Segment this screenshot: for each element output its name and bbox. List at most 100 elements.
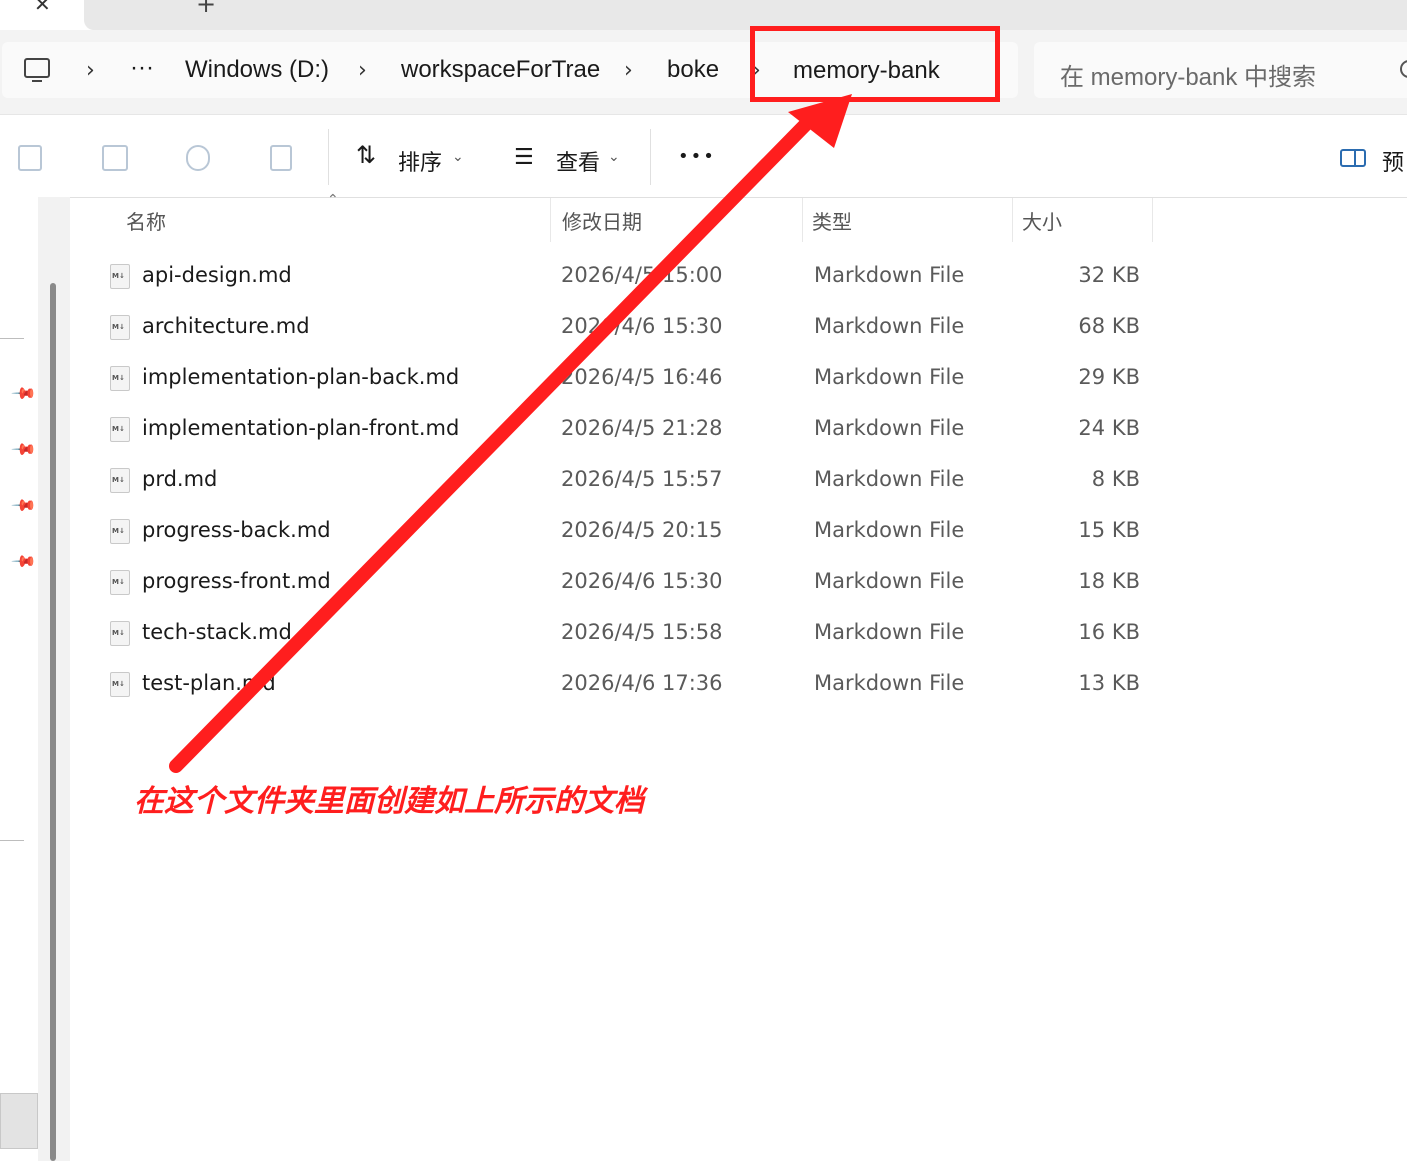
search-box[interactable]: 在 memory-bank 中搜索 xyxy=(1034,42,1407,98)
file-row[interactable]: progress-back.md 2026/4/5 20:15 Markdown F… xyxy=(100,506,1160,557)
file-type: Markdown File xyxy=(814,314,965,338)
delete-icon[interactable] xyxy=(270,145,292,171)
file-size: 16 KB xyxy=(1078,620,1140,644)
file-row[interactable]: architecture.md 2026/4/6 15:30 Markdown Fi… xyxy=(100,302,1160,353)
file-row[interactable]: implementation-plan-front.md 2026/4/5 21:… xyxy=(100,404,1160,455)
file-size: 18 KB xyxy=(1078,569,1140,593)
tab-area: + xyxy=(84,0,1407,30)
file-row[interactable]: implementation-plan-back.md 2026/4/5 16:4… xyxy=(100,353,1160,404)
tab-strip: ✕ + xyxy=(0,0,1407,30)
nav-divider xyxy=(0,338,24,339)
file-size: 8 KB xyxy=(1091,467,1140,491)
file-size: 29 KB xyxy=(1078,365,1140,389)
sort-button[interactable]: 排序 xyxy=(398,145,442,177)
chevron-down-icon[interactable]: ⌄ xyxy=(608,149,620,165)
file-name: tech-stack.md xyxy=(142,620,292,644)
file-name: progress-back.md xyxy=(142,518,331,542)
copy-icon[interactable] xyxy=(18,145,42,171)
file-size: 15 KB xyxy=(1078,518,1140,542)
file-row[interactable]: tech-stack.md 2026/4/5 15:58 Markdown File… xyxy=(100,608,1160,659)
share-icon[interactable] xyxy=(186,145,210,171)
column-header-modified[interactable]: 修改日期 xyxy=(562,206,642,235)
file-row[interactable]: progress-front.md 2026/4/6 15:30 Markdown … xyxy=(100,557,1160,608)
file-modified-date: 2026/4/6 15:30 xyxy=(561,314,723,338)
chevron-right-icon[interactable]: › xyxy=(86,58,95,83)
view-button[interactable]: 查看 xyxy=(556,145,600,177)
this-pc-icon[interactable] xyxy=(24,58,50,82)
file-modified-date: 2026/4/5 20:15 xyxy=(561,518,723,542)
markdown-file-icon xyxy=(110,417,130,442)
command-bar: ⇅ 排序 ⌄ ☰ 查看 ⌄ ••• 预 xyxy=(0,114,1407,198)
file-type: Markdown File xyxy=(814,671,965,695)
column-divider[interactable] xyxy=(550,198,551,242)
nav-divider xyxy=(0,840,24,841)
file-name: api-design.md xyxy=(142,263,292,287)
file-row[interactable]: api-design.md 2026/4/5 15:00 Markdown File… xyxy=(100,251,1160,302)
column-header-size[interactable]: 大小 xyxy=(1022,206,1062,235)
breadcrumb-drive[interactable]: Windows (D:) xyxy=(185,56,329,84)
preview-button[interactable]: 预 xyxy=(1382,145,1404,177)
file-type: Markdown File xyxy=(814,467,965,491)
view-icon[interactable]: ☰ xyxy=(514,145,534,170)
sort-ascending-icon: ⌃ xyxy=(327,192,339,208)
file-modified-date: 2026/4/5 15:57 xyxy=(561,467,723,491)
toolbar-divider xyxy=(650,129,651,185)
file-row[interactable]: prd.md 2026/4/5 15:57 Markdown File 8 KB xyxy=(100,455,1160,506)
column-divider[interactable] xyxy=(1012,198,1013,242)
markdown-file-icon xyxy=(110,519,130,544)
markdown-file-icon xyxy=(110,570,130,595)
file-name: implementation-plan-back.md xyxy=(142,365,460,389)
column-divider[interactable] xyxy=(1152,198,1153,242)
file-modified-date: 2026/4/5 15:58 xyxy=(561,620,723,644)
file-size: 32 KB xyxy=(1078,263,1140,287)
nav-selected-item[interactable] xyxy=(0,1093,38,1149)
column-header-type[interactable]: 类型 xyxy=(812,206,852,235)
breadcrumb-boke[interactable]: boke xyxy=(667,56,719,84)
new-tab-icon[interactable]: + xyxy=(196,0,216,18)
file-type: Markdown File xyxy=(814,263,965,287)
chevron-right-icon[interactable]: › xyxy=(624,58,633,83)
more-options-button[interactable]: ••• xyxy=(678,146,716,167)
file-name: implementation-plan-front.md xyxy=(142,416,460,440)
file-size: 24 KB xyxy=(1078,416,1140,440)
file-row[interactable]: test-plan.md 2026/4/6 17:36 Markdown File 1… xyxy=(100,659,1160,710)
file-modified-date: 2026/4/6 17:36 xyxy=(561,671,723,695)
preview-pane-icon[interactable] xyxy=(1340,149,1366,167)
file-modified-date: 2026/4/6 15:30 xyxy=(561,569,723,593)
search-input[interactable]: 在 memory-bank 中搜索 xyxy=(1060,57,1316,92)
markdown-file-icon xyxy=(110,264,130,289)
file-type: Markdown File xyxy=(814,518,965,542)
file-type: Markdown File xyxy=(814,569,965,593)
file-size: 13 KB xyxy=(1078,671,1140,695)
highlight-box xyxy=(750,26,1000,102)
annotation-text: 在这个文件夹里面创建如上所示的文档 xyxy=(134,784,644,819)
rename-icon[interactable] xyxy=(102,145,128,171)
markdown-file-icon xyxy=(110,315,130,340)
file-type: Markdown File xyxy=(814,416,965,440)
markdown-file-icon xyxy=(110,672,130,697)
close-tab-icon[interactable]: ✕ xyxy=(34,0,51,16)
column-divider[interactable] xyxy=(802,198,803,242)
nav-scrollbar[interactable] xyxy=(50,283,56,1161)
column-header-name[interactable]: 名称 xyxy=(126,206,166,235)
file-name: prd.md xyxy=(142,467,218,491)
file-name: progress-front.md xyxy=(142,569,331,593)
markdown-file-icon xyxy=(110,621,130,646)
breadcrumb-workspace[interactable]: workspaceForTrae xyxy=(401,56,600,84)
file-modified-date: 2026/4/5 16:46 xyxy=(561,365,723,389)
toolbar-divider xyxy=(328,129,329,185)
sort-icon[interactable]: ⇅ xyxy=(356,141,376,169)
file-name: architecture.md xyxy=(142,314,310,338)
chevron-down-icon[interactable]: ⌄ xyxy=(452,149,464,165)
file-name: test-plan.md xyxy=(142,671,276,695)
chevron-right-icon[interactable]: › xyxy=(358,58,367,83)
file-modified-date: 2026/4/5 15:00 xyxy=(561,263,723,287)
breadcrumb-ellipsis[interactable]: ··· xyxy=(130,54,154,82)
file-modified-date: 2026/4/5 21:28 xyxy=(561,416,723,440)
file-type: Markdown File xyxy=(814,365,965,389)
search-icon[interactable] xyxy=(1400,60,1407,78)
file-type: Markdown File xyxy=(814,620,965,644)
markdown-file-icon xyxy=(110,468,130,493)
markdown-file-icon xyxy=(110,366,130,391)
file-size: 68 KB xyxy=(1078,314,1140,338)
